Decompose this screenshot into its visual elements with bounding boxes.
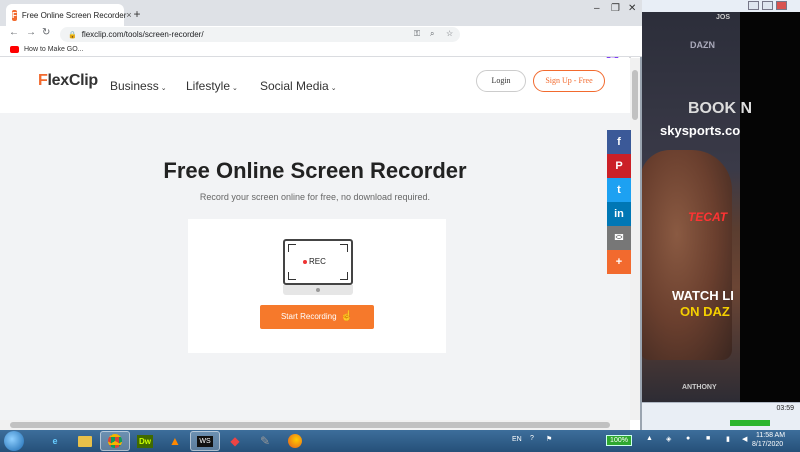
minimize-icon[interactable] xyxy=(748,1,759,10)
more-icon: + xyxy=(615,256,623,268)
zoom-icon[interactable]: ⌕ xyxy=(430,29,434,39)
chevron-down-icon: ⌄ xyxy=(232,85,238,92)
gimp-icon[interactable]: ✎ xyxy=(250,431,280,451)
firefox-icon[interactable] xyxy=(280,431,310,451)
clock-date[interactable]: 8/17/2020 xyxy=(752,441,783,448)
maximize-icon[interactable] xyxy=(762,1,773,10)
url-text: flexclip.com/tools/screen-recorder/ xyxy=(81,30,204,39)
minimize-icon[interactable]: – xyxy=(594,3,600,14)
chevron-down-icon: ⌄ xyxy=(160,85,167,92)
anthony-text: ANTHONY xyxy=(682,384,717,391)
browser-window: F Free Online Screen Recorder × + – ❐ ✕ … xyxy=(0,0,642,430)
reload-icon[interactable]: ↻ xyxy=(42,27,50,38)
site-header: FlexClip Business ⌄ Lifestyle ⌄ Social Med… xyxy=(0,58,630,113)
close-icon[interactable] xyxy=(776,1,787,10)
share-linkedin[interactable]: in xyxy=(607,202,631,226)
tab-bar: F Free Online Screen Recorder × + – ❐ ✕ xyxy=(0,0,642,26)
start-button[interactable] xyxy=(4,431,24,451)
monitor-stand xyxy=(283,285,353,295)
volume-slider[interactable] xyxy=(730,416,770,426)
taskbar: e Dw ▲ WS ◆ ✎ EN ? ⚑ 100% ▲ ◈ ● ■ ▮ ◀ 11… xyxy=(0,430,800,452)
network-icon[interactable]: ▲ xyxy=(646,435,653,442)
page-title: Free Online Screen Recorder xyxy=(163,158,467,183)
share-twitter[interactable]: t xyxy=(607,178,631,202)
start-recording-button[interactable]: Start Recording ☝ xyxy=(260,305,374,329)
share-more[interactable]: + xyxy=(607,250,631,274)
help-icon[interactable]: ? xyxy=(530,435,534,442)
login-button[interactable]: Login xyxy=(476,70,526,92)
clock-time[interactable]: 11:58 AM xyxy=(756,432,785,439)
flag-icon[interactable]: ⚑ xyxy=(546,435,552,443)
keyboard-icon[interactable]: EN xyxy=(512,436,522,443)
jos-text: JOS xyxy=(716,14,731,21)
twitter-icon: t xyxy=(617,184,621,196)
monitor-icon: REC xyxy=(283,239,353,285)
bookmark-link[interactable]: How to Make GO... xyxy=(24,46,84,53)
horizontal-scrollbar[interactable] xyxy=(0,420,630,430)
tray-icon[interactable]: ● xyxy=(686,435,690,442)
flexclip-logo[interactable]: FlexClip xyxy=(38,72,98,90)
back-icon[interactable]: ← xyxy=(9,27,19,38)
video-controls[interactable]: 03:59 xyxy=(640,402,800,430)
tab-title: Free Online Screen Recorder xyxy=(21,10,127,20)
explorer-icon[interactable] xyxy=(70,431,100,451)
pinterest-icon: P xyxy=(615,160,623,172)
bookmarks-bar: How to Make GO... xyxy=(0,43,642,57)
flexclip-favicon: F xyxy=(12,9,17,21)
close-icon[interactable]: ✕ xyxy=(628,3,636,14)
recorder-card: REC Start Recording ☝ xyxy=(188,219,446,353)
rec-dot-icon xyxy=(303,259,307,264)
tray-icon[interactable]: ■ xyxy=(706,435,710,442)
nav-social-media[interactable]: Social Media ⌄ xyxy=(260,79,337,93)
book-now-text: BOOK N xyxy=(688,100,752,117)
video-time: 03:59 xyxy=(776,405,794,412)
address-bar-row: ← → ↻ 🔒 flexclip.com/tools/screen-record… xyxy=(0,26,642,67)
rec-label: REC xyxy=(303,257,326,266)
share-facebook[interactable]: f xyxy=(607,130,631,154)
shield-icon[interactable]: ◈ xyxy=(666,435,671,443)
boxer-figure xyxy=(640,150,732,360)
facebook-icon: f xyxy=(617,136,621,148)
share-email[interactable]: ✉ xyxy=(607,226,631,250)
key-icon[interactable]: ⚿ xyxy=(414,29,420,39)
signal-icon[interactable]: ▮ xyxy=(726,435,730,443)
url-input[interactable]: 🔒 flexclip.com/tools/screen-recorder/ ⚿ … xyxy=(60,27,460,42)
video-player-window[interactable]: DAZN JOS BOOK N skysports.co TECAT WATCH… xyxy=(640,0,800,430)
on-dazn-text: ON DAZ xyxy=(680,304,730,319)
vertical-scrollbar[interactable] xyxy=(630,58,640,420)
restore-icon[interactable]: ❐ xyxy=(611,3,620,14)
tecate-logo: TECAT xyxy=(688,210,728,224)
tab-screen-recorder[interactable]: F Free Online Screen Recorder × xyxy=(6,4,132,26)
share-pinterest[interactable]: P xyxy=(607,154,631,178)
signup-button[interactable]: Sign Up - Free xyxy=(533,70,605,92)
page-subtitle: Record your screen online for free, no d… xyxy=(199,192,431,202)
volume-icon[interactable]: ◀ xyxy=(742,435,747,443)
dreamweaver-icon[interactable]: Dw xyxy=(130,431,160,451)
webstorm-icon[interactable]: WS xyxy=(190,431,220,451)
chrome-icon[interactable] xyxy=(100,431,130,451)
star-icon[interactable]: ☆ xyxy=(446,29,453,38)
battery-indicator[interactable]: 100% xyxy=(606,435,632,446)
new-tab-button[interactable]: + xyxy=(130,8,144,22)
page-content: FlexClip Business ⌄ Lifestyle ⌄ Social Med… xyxy=(0,58,630,420)
app-icon[interactable]: ◆ xyxy=(220,431,250,451)
chevron-down-icon: ⌄ xyxy=(330,85,337,92)
watch-live-text: WATCH LI xyxy=(672,288,734,303)
dazn-logo: DAZN xyxy=(690,40,715,50)
nav-business[interactable]: Business ⌄ xyxy=(110,79,167,93)
email-icon: ✉ xyxy=(614,232,624,244)
skysports-text: skysports.co xyxy=(660,123,741,138)
forward-icon[interactable]: → xyxy=(26,27,36,38)
linkedin-icon: in xyxy=(614,208,624,220)
youtube-icon xyxy=(10,46,19,53)
lock-icon: 🔒 xyxy=(68,31,77,39)
vlc-icon[interactable]: ▲ xyxy=(160,431,190,451)
video-title-bar xyxy=(640,0,800,12)
video-letterbox xyxy=(740,12,800,406)
nav-lifestyle[interactable]: Lifestyle ⌄ xyxy=(186,79,238,93)
ie-icon[interactable]: e xyxy=(40,431,70,451)
hand-cursor-icon: ☝ xyxy=(340,311,354,322)
share-bar: f P t in ✉ + xyxy=(607,130,631,274)
